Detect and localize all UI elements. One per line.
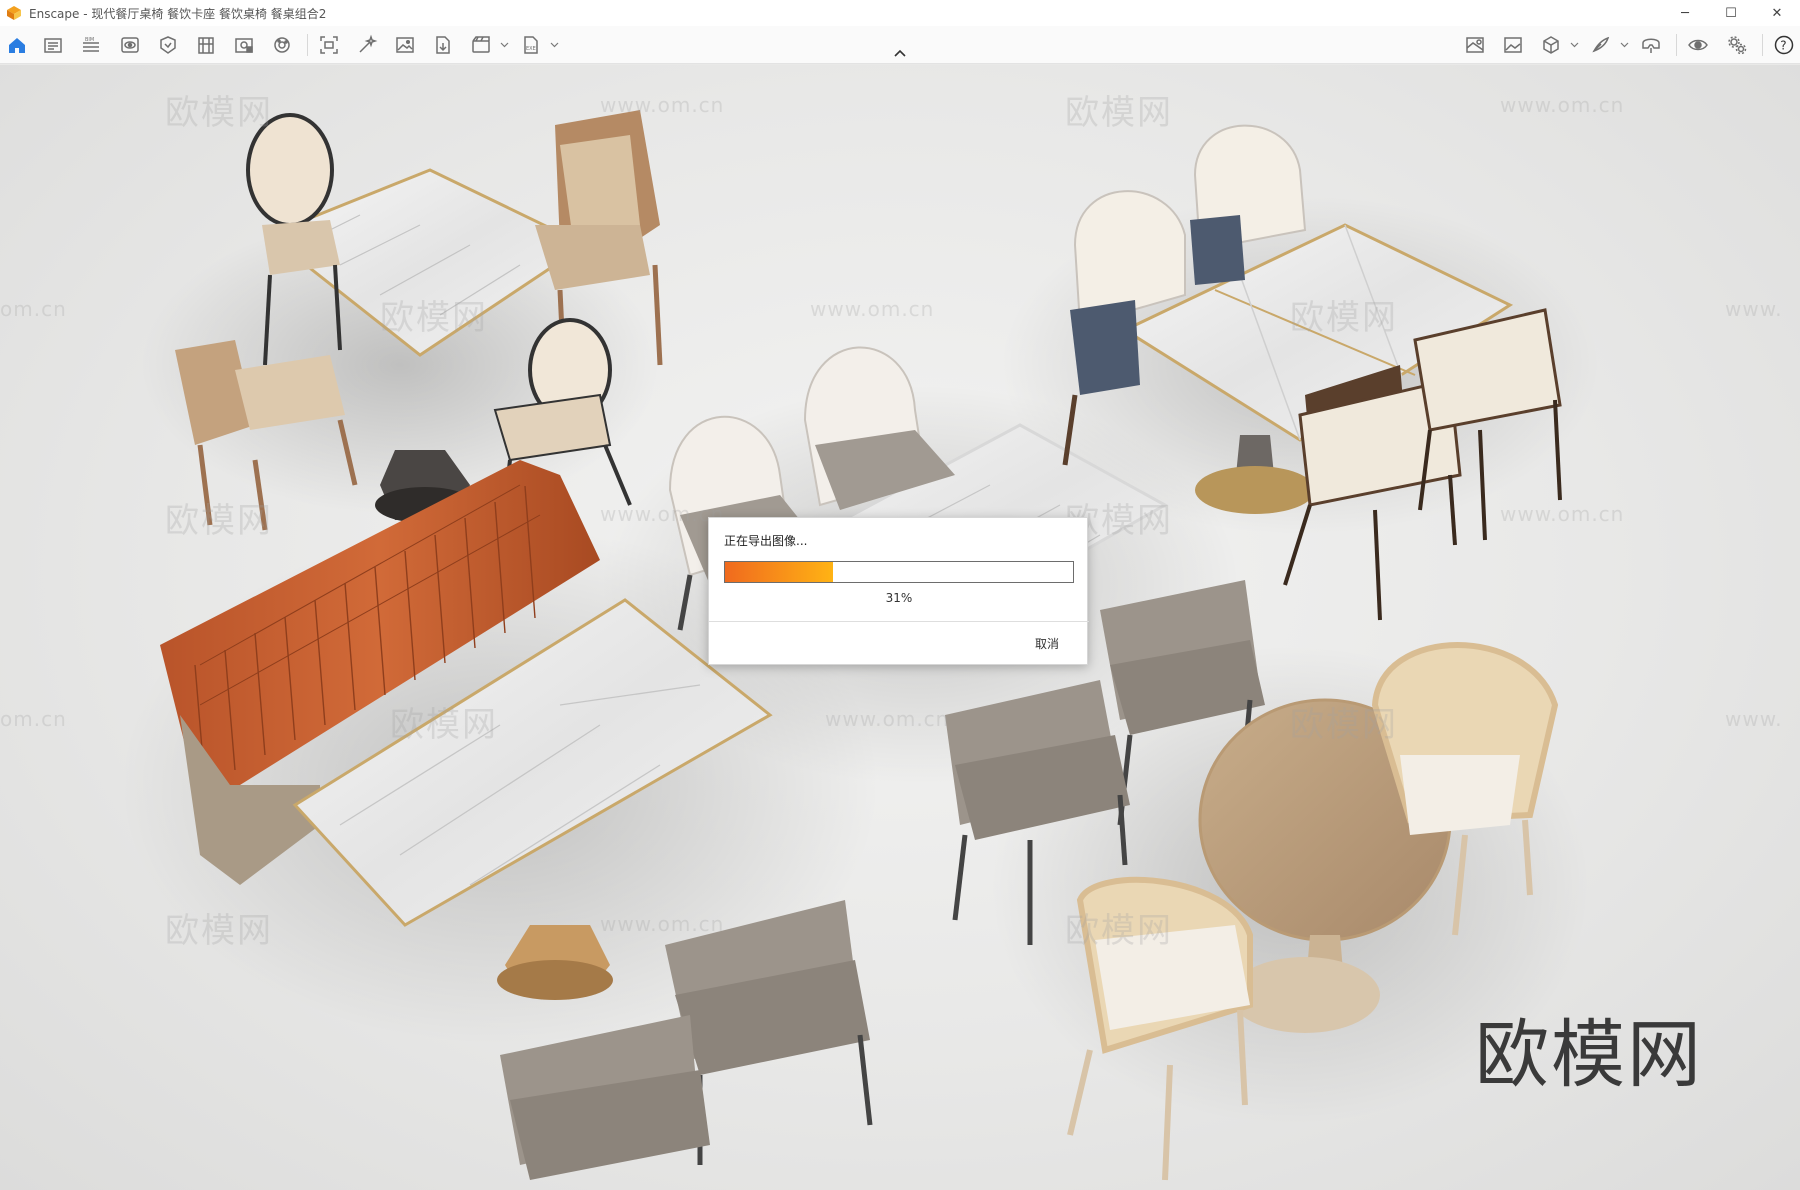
svg-text:BIM: BIM [85,37,94,43]
watermark-url: www.om.cn [810,297,935,321]
main-toolbar: BIM EXE ? [0,26,1800,64]
toolbar-separator [1762,34,1763,56]
screenshot-icon[interactable] [316,32,342,58]
batch-render-icon[interactable]: EXE [518,32,544,58]
close-button[interactable]: ✕ [1754,0,1800,26]
window-controls: ─ ☐ ✕ [1662,0,1800,26]
help-icon[interactable]: ? [1771,32,1797,58]
watermark-url: om.cn [0,707,67,731]
watermark-logo: 欧模网 [165,501,273,541]
title-bar: Enscape - 现代餐厅桌椅 餐饮卡座 餐饮桌椅 餐桌组合2 ─ ☐ ✕ [0,0,1800,26]
window-title: Enscape - 现代餐厅桌椅 餐饮卡座 餐饮桌椅 餐桌组合2 [29,6,327,21]
visual-settings-icon[interactable] [117,32,143,58]
export-progress-dialog: 正在导出图像... 31% 取消 [708,517,1089,665]
eye-icon[interactable] [1685,32,1711,58]
watermark-url: www.om.cn [600,912,725,936]
toolbar-separator [307,34,308,56]
export-progress-bar [724,561,1074,583]
views-icon[interactable] [40,32,66,58]
watermark-url: www.om.cn [600,93,725,117]
chevron-down-icon[interactable] [550,40,559,49]
watermark-url: www.om.cn [1500,502,1625,526]
watermark-logo: 欧模网 [1290,298,1398,338]
watermark-url: www.om.cn [825,707,950,731]
material-icon[interactable] [269,32,295,58]
toolbar-separator [1676,34,1677,56]
home-icon[interactable] [4,32,30,58]
chevron-down-icon[interactable] [500,40,509,49]
bim-icon[interactable]: BIM [78,32,104,58]
watermark-logo: 欧模网 [1065,93,1173,133]
dialog-divider [709,621,1089,622]
progress-percent: 31% [885,591,913,605]
panorama-icon[interactable] [231,32,257,58]
capture-icon[interactable] [354,32,380,58]
maximize-button[interactable]: ☐ [1708,0,1754,26]
watermark-logo: 欧模网 [165,93,273,133]
watermark-logo: 欧模网 [1290,705,1398,745]
brand-watermark: 欧模网 [1475,1012,1703,1098]
enscape-logo-icon [7,6,21,20]
export-icon[interactable] [430,32,456,58]
gallery-icon[interactable] [1500,32,1526,58]
watermark-logo: 欧模网 [1065,911,1173,951]
watermark-url: om.cn [0,297,67,321]
watermark-logo: 欧模网 [380,298,488,338]
settings-icon[interactable] [1724,32,1750,58]
image-icon[interactable] [392,32,418,58]
watermark-logo: 欧模网 [390,705,498,745]
enscape-window: Enscape - 现代餐厅桌椅 餐饮卡座 餐饮桌椅 餐桌组合2 ─ ☐ ✕ B… [0,0,1800,1190]
map-icon[interactable] [1462,32,1488,58]
watermark-url: www. [1725,707,1783,731]
vr-headset-icon[interactable] [1638,32,1664,58]
watermark-logo: 欧模网 [165,911,273,951]
minimize-button[interactable]: ─ [1662,0,1708,26]
building-icon[interactable] [193,32,219,58]
progress-fill [725,562,833,582]
watermark-url: www.om.cn [600,502,725,526]
svg-text:?: ? [1780,39,1786,53]
video-icon[interactable] [468,32,494,58]
chevron-down-icon[interactable] [1570,40,1579,49]
sketch-icon[interactable] [1588,32,1614,58]
cancel-button[interactable]: 取消 [1035,635,1059,652]
svg-text:EXE: EXE [526,46,536,52]
dialog-title: 正在导出图像... [724,534,808,548]
assets-icon[interactable] [155,32,181,58]
chevron-down-icon[interactable] [1620,40,1629,49]
watermark-url: www. [1725,297,1783,321]
cube-icon[interactable] [1538,32,1564,58]
watermark-url: www.om.cn [1500,93,1625,117]
collapse-toolbar-chevron-up-icon[interactable] [893,48,907,58]
